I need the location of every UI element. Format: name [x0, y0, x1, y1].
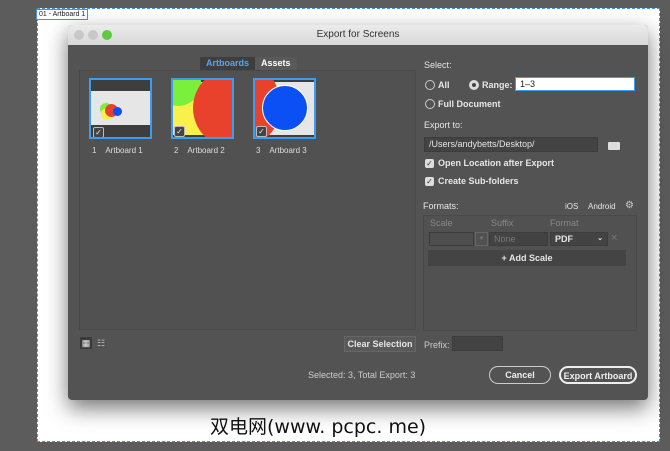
sub-folders-checkbox[interactable]: ✓ Create Sub-folders: [425, 176, 519, 186]
prefix-input[interactable]: [452, 336, 503, 351]
tab-assets[interactable]: Assets: [255, 57, 297, 70]
all-radio-label: All: [438, 80, 450, 90]
range-radio[interactable]: Range:: [469, 80, 513, 90]
export-status: Selected: 3, Total Export: 3: [308, 370, 416, 380]
export-path-input[interactable]: /Users/andybetts/Desktop/: [424, 137, 598, 152]
folder-icon[interactable]: [608, 142, 620, 150]
export-artboard-button[interactable]: Export Artboard: [559, 366, 637, 384]
range-input[interactable]: 1–3: [515, 77, 635, 91]
artboard-1-checkbox[interactable]: ✓: [93, 127, 104, 137]
prefix-label: Prefix:: [424, 340, 450, 350]
zoom-window-button[interactable]: [102, 30, 112, 40]
title-bar: Export for Screens: [68, 25, 648, 45]
remove-scale-icon[interactable]: ×: [611, 232, 617, 244]
format-select[interactable]: PDF ⌄: [550, 232, 608, 246]
ios-button[interactable]: iOS: [565, 202, 578, 211]
cancel-button[interactable]: Cancel: [489, 366, 551, 384]
sub-folders-check[interactable]: ✓: [425, 176, 434, 186]
artboard-1-number: 1: [92, 146, 97, 155]
add-scale-button[interactable]: + Add Scale: [428, 250, 626, 266]
full-document-radio[interactable]: Full Document: [425, 99, 501, 109]
android-button[interactable]: Android: [588, 202, 616, 211]
open-location-label: Open Location after Export: [438, 158, 555, 168]
export-to-label: Export to:: [424, 120, 463, 130]
open-location-checkbox[interactable]: ✓ Open Location after Export: [425, 158, 554, 168]
artboard-3-checkbox[interactable]: ✓: [256, 126, 267, 137]
artboard-3-number: 3: [256, 146, 261, 155]
col-suffix: Suffix: [491, 218, 514, 228]
sub-folders-label: Create Sub-folders: [438, 176, 519, 186]
artboard-thumbnail-2[interactable]: ✓: [171, 78, 234, 139]
grid-view-icon[interactable]: ▦: [80, 337, 92, 349]
full-document-label: Full Document: [438, 99, 501, 109]
list-view-icon[interactable]: ☷: [95, 337, 107, 349]
artboard-1-name: Artboard 1: [105, 146, 143, 155]
gear-icon[interactable]: ⚙: [625, 200, 634, 211]
suffix-input[interactable]: None: [489, 232, 548, 246]
artboard-thumbnail-3[interactable]: ✓: [253, 78, 316, 139]
artboard-thumbnail-1[interactable]: ✓: [89, 78, 152, 139]
dialog-title: Export for Screens: [316, 29, 400, 40]
clear-selection-button[interactable]: Clear Selection: [344, 336, 416, 352]
all-radio-circle[interactable]: [425, 80, 435, 90]
minimize-window-button[interactable]: [88, 30, 98, 40]
formats-label: Formats:: [423, 201, 459, 211]
artboard-2-name: Artboard 2: [187, 146, 225, 155]
scale-input[interactable]: [429, 232, 474, 246]
full-document-radio-circle[interactable]: [425, 99, 435, 109]
all-radio[interactable]: All: [425, 80, 450, 90]
col-format: Format: [550, 218, 579, 228]
artboard-2-number: 2: [174, 146, 179, 155]
artboard-2-checkbox[interactable]: ✓: [174, 126, 185, 137]
select-label: Select:: [424, 60, 452, 70]
watermark: 双电网(www. pcpc. me): [210, 416, 427, 438]
artboard-3-name: Artboard 3: [269, 146, 307, 155]
range-radio-circle[interactable]: [469, 80, 479, 90]
export-dialog: Export for Screens Artboards Assets ✓ 1 …: [68, 25, 648, 400]
scale-dropdown-button[interactable]: ▼: [475, 232, 488, 246]
col-scale: Scale: [430, 218, 453, 228]
open-location-check[interactable]: ✓: [425, 158, 434, 168]
close-window-button[interactable]: [74, 30, 84, 40]
range-radio-label: Range:: [482, 80, 513, 90]
tab-artboards[interactable]: Artboards: [200, 57, 256, 70]
format-select-value: PDF: [555, 234, 573, 244]
artboard-label: 01 - Artboard 1: [36, 9, 89, 20]
